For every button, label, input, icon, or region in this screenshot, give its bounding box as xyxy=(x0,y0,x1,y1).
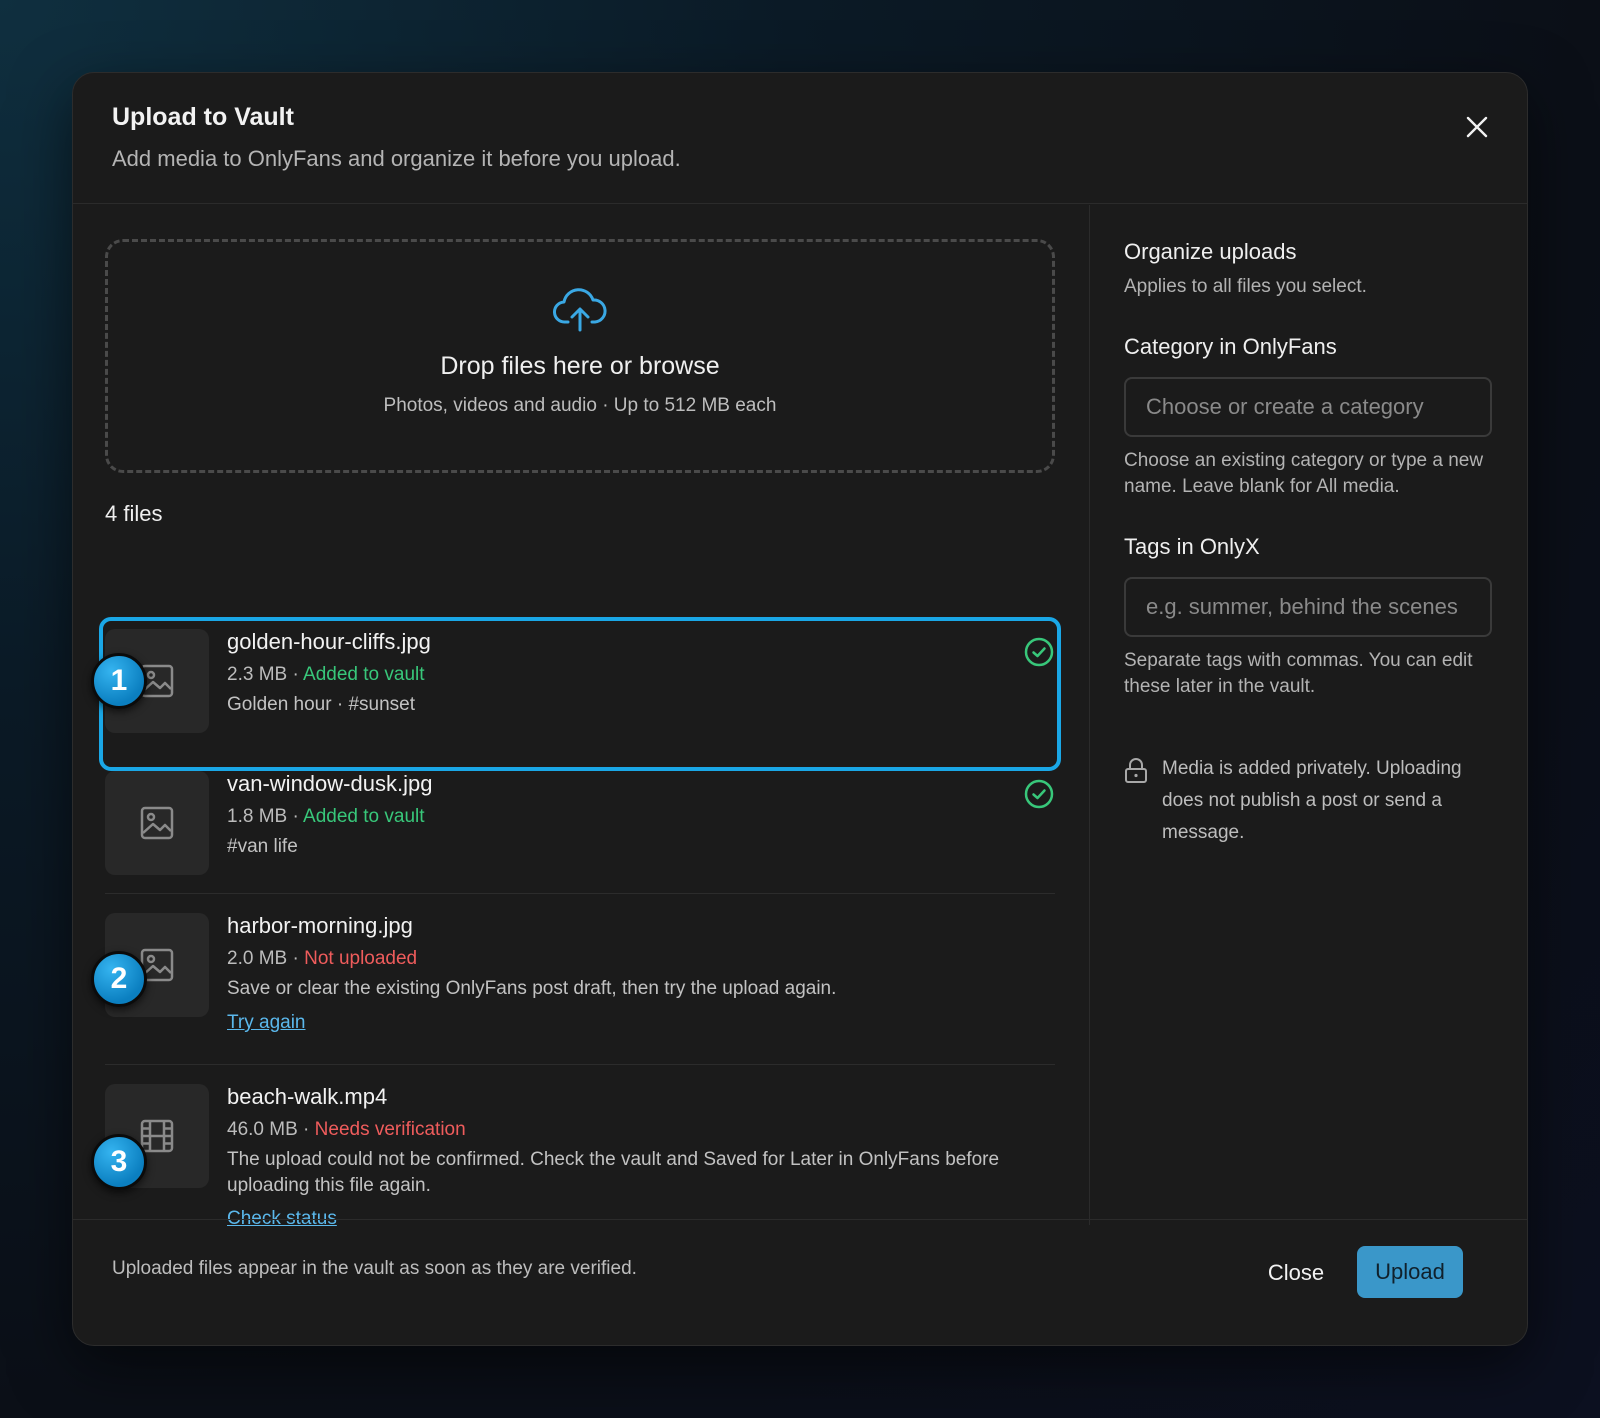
step-marker-3: 3 xyxy=(91,1134,147,1190)
file-name: beach-walk.mp4 xyxy=(227,1084,388,1109)
modal-footer: Uploaded files appear in the vault as so… xyxy=(73,1219,1527,1345)
file-status: Added to vault xyxy=(303,664,425,685)
category-help: Choose an existing category or type a ne… xyxy=(1124,450,1484,497)
dropzone-subtitle: Photos, videos and audio · Up to 512 MB … xyxy=(383,395,777,416)
file-status: Added to vault xyxy=(303,806,425,827)
modal-header: Upload to Vault Add media to OnlyFans an… xyxy=(73,73,1527,204)
file-name: golden-hour-cliffs.jpg xyxy=(227,629,431,654)
check-circle-icon xyxy=(1024,637,1054,667)
lock-icon xyxy=(1125,758,1147,783)
try-again-link[interactable]: Try again xyxy=(227,1012,306,1034)
close-icon[interactable] xyxy=(1457,107,1497,147)
privacy-note-text: Media is added privately. Uploading does… xyxy=(1162,758,1462,843)
file-name: van-window-dusk.jpg xyxy=(227,771,433,796)
image-icon xyxy=(140,806,174,840)
files-panel: Drop files here or browse Photos, videos… xyxy=(73,205,1089,1229)
meta-separator: · xyxy=(297,1119,315,1140)
file-meta: 46.0 MB · Needs verification xyxy=(227,1119,466,1141)
file-meta: 2.3 MB · Added to vault xyxy=(227,664,425,686)
tags-input[interactable]: e.g. summer, behind the scenes xyxy=(1124,577,1492,637)
modal-title: Upload to Vault xyxy=(112,103,294,131)
file-error-note: Save or clear the existing OnlyFans post… xyxy=(227,978,837,999)
file-size: 46.0 MB xyxy=(227,1119,298,1140)
cloud-upload-icon xyxy=(553,288,607,332)
meta-separator: · xyxy=(287,806,304,827)
file-status: Needs verification xyxy=(314,1119,466,1140)
file-note: #van life xyxy=(227,836,298,857)
meta-separator: · xyxy=(287,664,304,685)
step-marker-2: 2 xyxy=(91,951,147,1007)
film-icon xyxy=(140,1119,174,1153)
footer-note: Uploaded files appear in the vault as so… xyxy=(112,1258,637,1279)
file-item[interactable]: harbor-morning.jpg 2.0 MB · Not uploaded… xyxy=(105,913,1055,1063)
organize-panel: Organize uploads Applies to all files yo… xyxy=(1089,205,1527,1225)
organize-title: Organize uploads xyxy=(1124,239,1297,264)
file-item[interactable]: van-window-dusk.jpg 1.8 MB · Added to va… xyxy=(105,771,1055,901)
file-note: Golden hour · #sunset xyxy=(227,694,416,715)
divider xyxy=(105,893,1055,894)
file-meta: 2.0 MB · Not uploaded xyxy=(227,948,417,970)
tags-label: Tags in OnlyX xyxy=(1124,534,1260,559)
step-marker-1: 1 xyxy=(91,653,147,709)
file-status: Not uploaded xyxy=(304,948,418,969)
upload-button[interactable]: Upload xyxy=(1357,1246,1463,1298)
category-label: Category in OnlyFans xyxy=(1124,334,1337,359)
dropzone-title: Drop files here or browse xyxy=(440,352,720,380)
file-size: 2.0 MB xyxy=(227,948,288,969)
file-name: harbor-morning.jpg xyxy=(227,913,413,938)
close-button[interactable]: Close xyxy=(1251,1248,1341,1298)
file-size: 1.8 MB xyxy=(227,806,288,827)
organize-subtitle: Applies to all files you select. xyxy=(1124,276,1367,297)
check-circle-icon xyxy=(1024,779,1054,809)
tags-help: Separate tags with commas. You can edit … xyxy=(1124,650,1473,697)
file-item[interactable]: golden-hour-cliffs.jpg 2.3 MB · Added to… xyxy=(105,629,1055,759)
meta-separator: · xyxy=(287,948,305,969)
file-error-note: The upload could not be confirmed. Check… xyxy=(227,1149,1000,1196)
modal-subtitle: Add media to OnlyFans and organize it be… xyxy=(112,146,681,171)
file-meta: 1.8 MB · Added to vault xyxy=(227,806,425,828)
file-thumbnail xyxy=(105,771,209,875)
divider xyxy=(105,1064,1055,1065)
file-size: 2.3 MB xyxy=(227,664,288,685)
files-count: 4 files xyxy=(105,501,163,526)
dropzone[interactable]: Drop files here or browse Photos, videos… xyxy=(105,239,1055,473)
category-input[interactable]: Choose or create a category xyxy=(1124,377,1492,437)
upload-modal: Upload to Vault Add media to OnlyFans an… xyxy=(72,72,1528,1346)
